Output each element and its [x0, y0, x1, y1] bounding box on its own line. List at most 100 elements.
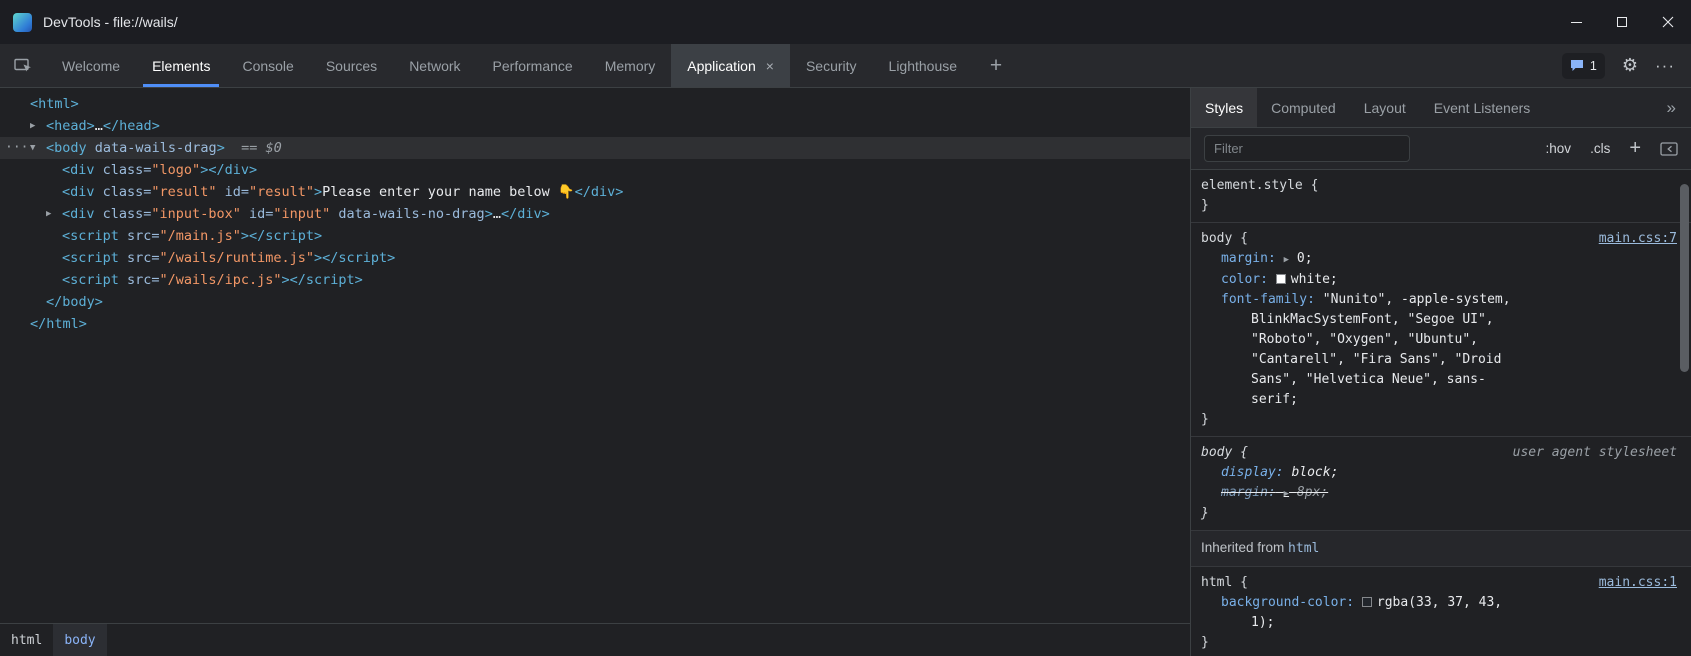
styles-tab-list: StylesComputedLayoutEvent Listeners [1191, 88, 1544, 127]
tab-label: Memory [605, 58, 656, 74]
chevron-overflow-icon: » [1667, 98, 1676, 118]
tabbar-right: 1 ⚙ ··· [1562, 44, 1691, 87]
style-rule: body { user agent stylesheetdisplay: bloc… [1191, 437, 1691, 531]
rule-selector[interactable]: element.style { [1201, 176, 1318, 196]
devtools-window: DevTools - file://wails/ Welcome Elements… [0, 0, 1691, 656]
stylesheet-link[interactable]: main.css:7 [1599, 229, 1677, 249]
dom-node[interactable]: <div class="logo"></div> [0, 159, 1190, 181]
css-property-name: margin: [1221, 485, 1276, 500]
window-title: DevTools - file://wails/ [43, 14, 178, 30]
expand-icon[interactable]: ▶ [30, 115, 35, 137]
sidebar-tab-computed[interactable]: Computed [1257, 88, 1350, 127]
tab-label: Welcome [62, 58, 120, 74]
inherited-from-header: Inherited from html [1191, 531, 1691, 567]
css-declaration[interactable]: margin: ▶ 8px; [1201, 483, 1523, 504]
tab-performance[interactable]: Performance [477, 44, 589, 87]
filter-input[interactable] [1204, 135, 1410, 162]
css-property-value: "Nunito", -apple-system, BlinkMacSystemF… [1251, 292, 1511, 407]
more-menu-button[interactable]: ··· [1655, 56, 1675, 76]
dom-node[interactable]: ▶<div class="input-box" id="input" data-… [0, 203, 1190, 225]
expand-shorthand-icon[interactable]: ▶ [1284, 489, 1289, 499]
scrollbar-thumb[interactable] [1680, 184, 1689, 372]
inherited-node-link[interactable]: html [1288, 541, 1319, 556]
issues-counter-button[interactable]: 1 [1562, 53, 1605, 79]
collapse-icon[interactable]: ▼ [30, 137, 35, 159]
settings-button[interactable]: ⚙ [1622, 55, 1638, 76]
maximize-button[interactable] [1599, 0, 1645, 44]
tab-label: Performance [493, 58, 573, 74]
dom-node[interactable]: <script src="/wails/ipc.js"></script> [0, 269, 1190, 291]
sidebar-tab-event-listeners[interactable]: Event Listeners [1420, 88, 1545, 127]
css-property-name: font-family: [1221, 292, 1315, 307]
css-property-name: color: [1221, 272, 1268, 287]
titlebar: DevTools - file://wails/ [0, 0, 1691, 44]
more-panels-button[interactable]: » [1652, 88, 1691, 127]
new-style-rule-button[interactable]: + [1629, 137, 1641, 160]
rule-selector[interactable]: html { [1201, 573, 1248, 593]
tab-welcome[interactable]: Welcome [46, 44, 136, 87]
element-classes-button[interactable]: .cls [1590, 141, 1610, 156]
sidebar-toggle-icon [1660, 141, 1678, 157]
tab-elements[interactable]: Elements [136, 44, 226, 87]
tab-sources[interactable]: Sources [310, 44, 393, 87]
color-swatch[interactable] [1276, 274, 1286, 284]
tab-lighthouse[interactable]: Lighthouse [873, 44, 974, 87]
close-tab-icon[interactable]: × [766, 58, 774, 74]
breadcrumb-item-body[interactable]: body [53, 624, 106, 656]
tab-label: Sources [326, 58, 377, 74]
tab-label: Elements [152, 58, 210, 74]
elements-panel: <html>▶<head>…</head>···▼<body data-wail… [0, 88, 1191, 656]
issues-count: 1 [1590, 59, 1597, 73]
tab-label: Security [806, 58, 857, 74]
titlebar-left: DevTools - file://wails/ [0, 13, 178, 32]
maximize-icon [1617, 17, 1627, 27]
breadcrumb-item-html[interactable]: html [0, 624, 53, 656]
tab-console[interactable]: Console [226, 44, 309, 87]
tab-list: Welcome Elements Console Sources Network Perf… [46, 44, 973, 87]
css-property-value: block; [1291, 465, 1338, 480]
styles-tab-strip: StylesComputedLayoutEvent Listeners » [1191, 88, 1691, 128]
dom-node[interactable]: ▶<head>…</head> [0, 115, 1190, 137]
style-rule: html { main.css:1 background-color: rgba(3… [1191, 567, 1691, 656]
css-property-name: margin: [1221, 251, 1276, 266]
css-declaration[interactable]: font-family: "Nunito", -apple-system, Bl… [1201, 290, 1523, 410]
dom-node[interactable]: </body> [0, 291, 1190, 313]
sidebar-tab-styles[interactable]: Styles [1191, 88, 1257, 127]
dom-node[interactable]: <div class="result" id="result">Please e… [0, 181, 1190, 203]
dom-node[interactable]: <html> [0, 93, 1190, 115]
stylesheet-link[interactable]: main.css:1 [1599, 573, 1677, 593]
sidebar-tab-layout[interactable]: Layout [1350, 88, 1420, 127]
css-property-value: white; [1291, 272, 1338, 287]
inspect-button[interactable] [0, 44, 46, 87]
devtools-logo-icon [13, 13, 32, 32]
tab-security[interactable]: Security [790, 44, 873, 87]
css-declaration[interactable]: color: white; [1201, 270, 1523, 290]
toggle-element-state-button[interactable]: :hov [1546, 141, 1572, 156]
css-declaration[interactable]: margin: ▶ 0; [1201, 249, 1523, 270]
tab-label: Application [687, 58, 756, 74]
rule-origin: user agent stylesheet [1513, 443, 1677, 463]
tab-application[interactable]: Application × [671, 44, 790, 87]
more-menu-icon: ··· [1655, 56, 1675, 75]
css-declaration[interactable]: background-color: rgba(33, 37, 43, 1); [1201, 593, 1523, 633]
chat-bubble-icon [1570, 59, 1584, 72]
more-actions-icon[interactable]: ··· [5, 137, 28, 159]
expand-icon[interactable]: ▶ [46, 203, 51, 225]
dom-node[interactable]: <script src="/main.js"></script> [0, 225, 1190, 247]
close-window-button[interactable] [1645, 0, 1691, 44]
dom-node[interactable]: <script src="/wails/runtime.js"></script… [0, 247, 1190, 269]
sidebar-toggle-button[interactable] [1660, 141, 1678, 157]
rule-selector[interactable]: body { [1201, 443, 1248, 463]
minimize-button[interactable] [1553, 0, 1599, 44]
color-swatch[interactable] [1362, 597, 1372, 607]
css-declaration[interactable]: display: block; [1201, 463, 1523, 483]
add-tab-button[interactable]: + [973, 44, 1019, 87]
tab-network[interactable]: Network [393, 44, 476, 87]
dom-node[interactable]: </html> [0, 313, 1190, 335]
minimize-icon [1571, 22, 1582, 23]
dom-node[interactable]: ···▼<body data-wails-drag> == $0 [0, 137, 1190, 159]
close-icon [1662, 16, 1674, 28]
tab-memory[interactable]: Memory [589, 44, 672, 87]
rule-selector[interactable]: body { [1201, 229, 1248, 249]
expand-shorthand-icon[interactable]: ▶ [1284, 255, 1289, 265]
